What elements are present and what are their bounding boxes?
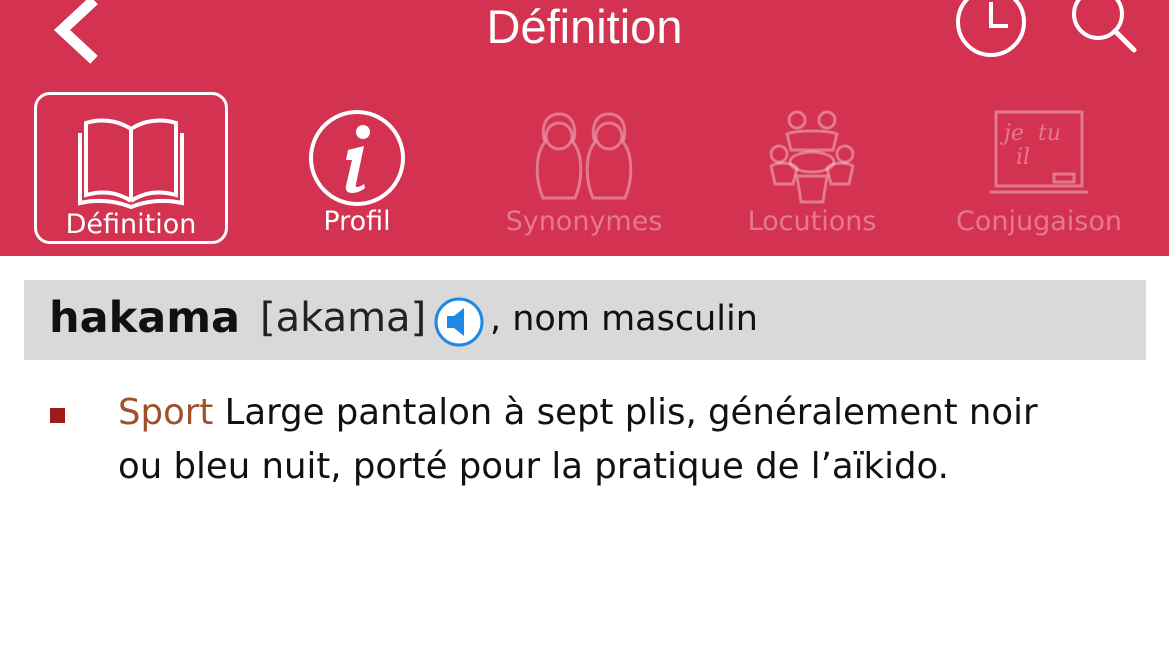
clock-icon	[956, 0, 1026, 57]
domain-label: Sport	[118, 392, 214, 433]
matryoshka-icon	[535, 112, 633, 200]
tab-locutions[interactable]: Locutions	[715, 92, 909, 244]
search-button[interactable]	[1066, 0, 1142, 56]
tab-conjugaison[interactable]: je tu il Conjugaison	[942, 92, 1136, 244]
book-icon	[78, 118, 184, 209]
definition-body: Large pantalon à sept plis, généralement…	[118, 392, 1038, 487]
tab-synonymes-label: Synonymes	[505, 206, 663, 237]
blackboard-icon: je tu il	[990, 110, 1088, 194]
svg-text:je: je	[999, 121, 1024, 146]
svg-text:il: il	[1016, 145, 1030, 170]
speaker-icon	[434, 297, 484, 347]
entry-header: hakama [akama] , nom masculin	[24, 280, 1146, 360]
grammatical-category: , nom masculin	[490, 299, 758, 339]
tab-synonymes[interactable]: Synonymes	[487, 92, 681, 244]
pronunciation-button[interactable]	[433, 296, 485, 348]
tab-definition[interactable]: Définition	[34, 92, 228, 244]
tab-locutions-label: Locutions	[747, 206, 877, 237]
tab-definition-label: Définition	[65, 209, 197, 240]
people-circle-icon	[769, 110, 855, 204]
tab-profil-label: Profil	[323, 206, 391, 237]
info-icon	[309, 110, 405, 206]
search-icon	[1072, 0, 1137, 53]
top-bar: Définition Définition Profil Synonymes L…	[0, 0, 1169, 256]
bullet-icon	[50, 408, 65, 423]
tab-profil[interactable]: Profil	[260, 92, 454, 244]
phonetic: [akama]	[260, 295, 427, 341]
headword: hakama	[49, 293, 241, 343]
tab-conjugaison-label: Conjugaison	[956, 206, 1122, 237]
svg-text:tu: tu	[1038, 121, 1061, 146]
definition-text: Sport Large pantalon à sept plis, généra…	[118, 386, 1078, 494]
history-button[interactable]	[952, 0, 1030, 60]
